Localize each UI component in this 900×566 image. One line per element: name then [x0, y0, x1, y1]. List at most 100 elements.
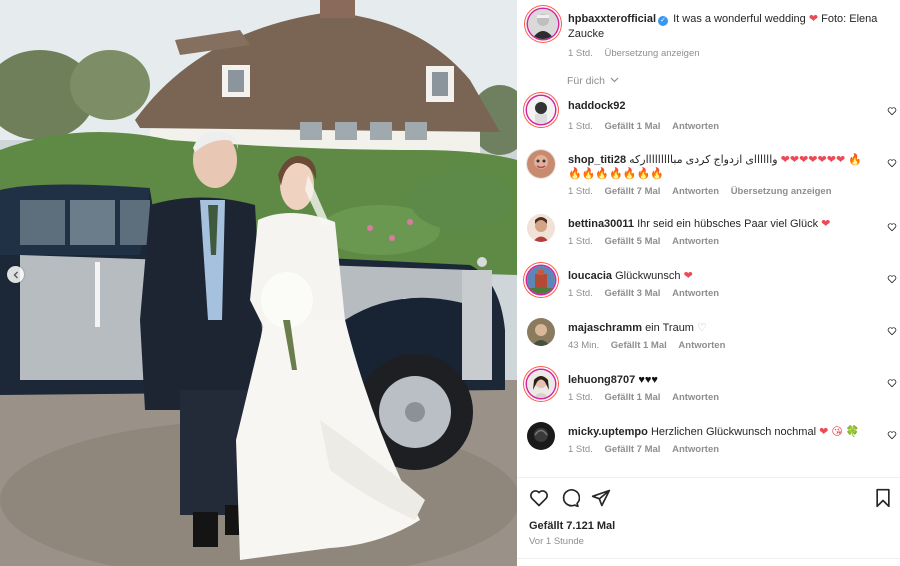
comment-likes[interactable]: Gefällt 5 Mal [604, 236, 660, 247]
reply-button[interactable]: Antworten [672, 236, 719, 247]
commenter-avatar[interactable] [527, 422, 555, 450]
commenter-avatar[interactable] [527, 370, 555, 398]
commenter-avatar-image [527, 422, 555, 450]
caption-text: hpbaxxterofficial ✓ It was a wonderful we… [568, 12, 888, 61]
commenter-avatar[interactable] [527, 266, 555, 294]
comment-emojis: ♥♥♥ [638, 374, 658, 386]
commenter-username[interactable]: lehuong8707 [568, 374, 635, 386]
caption-body: It was a wonderful wedding [673, 13, 806, 25]
comment-text: ein Traum [645, 322, 694, 334]
heart-icon[interactable] [887, 326, 897, 336]
reply-button[interactable]: Antworten [672, 121, 719, 132]
commenter-avatar-image [527, 318, 555, 346]
comment-text: Herzlichen Glückwunsch nochmal [650, 426, 817, 438]
caption-time[interactable]: 1 Std. [568, 48, 593, 59]
heart-icon[interactable] [887, 430, 897, 440]
comment-likes[interactable]: Gefällt 3 Mal [604, 288, 660, 299]
commenter-avatar-image [527, 266, 555, 294]
comment-time[interactable]: 1 Std. [568, 444, 593, 455]
comment-time[interactable]: 1 Std. [568, 186, 593, 197]
commenter-avatar-image [527, 370, 555, 398]
comment-likes[interactable]: Gefällt 7 Mal [604, 444, 660, 455]
comment-time[interactable]: 1 Std. [568, 392, 593, 403]
comment-text: Glückwunsch [615, 270, 681, 282]
commenter-username[interactable]: loucacia [568, 270, 612, 282]
bottom-divider [517, 558, 900, 559]
comment-body: shop_titi28 واااااای ازدواج کردی مبااااا… [568, 153, 868, 181]
comment-filter-dropdown[interactable]: Für dich [567, 75, 619, 87]
comment-time[interactable]: 43 Min. [568, 340, 599, 351]
chevron-down-icon [610, 77, 619, 83]
comment-likes[interactable]: Gefällt 1 Mal [604, 392, 660, 403]
comment-meta: 1 Std. Gefällt 7 Mal Antworten Übersetzu… [568, 186, 841, 197]
caption-heart-emoji: ❤ [808, 13, 819, 25]
commenter-avatar[interactable] [527, 318, 555, 346]
comment-meta: 1 Std. Gefällt 1 Mal Antworten [568, 121, 728, 132]
commenter-avatar[interactable] [527, 214, 555, 242]
reply-button[interactable]: Antworten [672, 288, 719, 299]
comment-meta: 1 Std. Gefällt 7 Mal Antworten [568, 444, 728, 455]
comment-time[interactable]: 1 Std. [568, 288, 593, 299]
comment-emojis: ♡ [697, 322, 707, 334]
like-count[interactable]: Gefällt 7.121 Mal [529, 520, 615, 532]
post-timestamp: Vor 1 Stunde [529, 536, 584, 547]
actions-divider [517, 477, 900, 478]
commenter-username[interactable]: haddock92 [568, 100, 625, 112]
paper-plane-icon[interactable] [591, 488, 611, 508]
comment-translate-link[interactable]: Übersetzung anzeigen [731, 186, 832, 197]
commenter-username[interactable]: shop_titi28 [568, 154, 626, 166]
comment-body: majaschramm ein Traum ♡ [568, 321, 868, 335]
comment-filter-label: Für dich [567, 75, 605, 87]
heart-icon[interactable] [529, 488, 549, 508]
author-avatar-image [528, 9, 558, 39]
comment-item: majaschramm ein Traum ♡ 43 Min. Gefällt … [527, 318, 897, 364]
comment-item: loucacia Glückwunsch ❤ 1 Std. Gefällt 3 … [527, 266, 897, 312]
heart-icon[interactable] [887, 106, 897, 116]
comment-text: Ihr seid ein hübsches Paar viel Glück [637, 218, 819, 230]
heart-icon[interactable] [887, 222, 897, 232]
comment-emojis: ❤ 😘 🍀 [819, 426, 860, 438]
verified-badge-icon: ✓ [658, 16, 669, 26]
post-action-bar [529, 488, 892, 508]
comment-likes[interactable]: Gefällt 7 Mal [604, 186, 660, 197]
commenter-username[interactable]: majaschramm [568, 322, 642, 334]
previous-photo-button[interactable] [7, 266, 24, 283]
comment-body: loucacia Glückwunsch ❤ [568, 269, 868, 283]
comment-meta: 1 Std. Gefällt 3 Mal Antworten [568, 288, 728, 299]
heart-icon[interactable] [887, 274, 897, 284]
caption-translate-link[interactable]: Übersetzung anzeigen [604, 48, 699, 59]
caption-meta: 1 Std. Übersetzung anzeigen [568, 46, 888, 61]
reply-button[interactable]: Antworten [672, 186, 719, 197]
comment-text: واااااای ازدواج کردی مبااااااااارکه [629, 154, 778, 166]
commenter-username[interactable]: bettina30011 [568, 218, 634, 230]
chevron-left-icon [13, 271, 18, 278]
comment-likes[interactable]: Gefällt 1 Mal [611, 340, 667, 351]
comment-emojis: ❤ [683, 270, 693, 282]
comment-body: lehuong8707 ♥♥♥ [568, 373, 868, 387]
reply-button[interactable]: Antworten [672, 444, 719, 455]
reply-button[interactable]: Antworten [678, 340, 725, 351]
author-username[interactable]: hpbaxxterofficial [568, 13, 656, 25]
comment-item: shop_titi28 واااااای ازدواج کردی مبااااا… [527, 150, 897, 197]
commenter-avatar[interactable] [527, 150, 555, 178]
post-photo[interactable] [0, 0, 517, 566]
comment-time[interactable]: 1 Std. [568, 121, 593, 132]
reply-button[interactable]: Antworten [672, 392, 719, 403]
comment-meta: 43 Min. Gefällt 1 Mal Antworten [568, 340, 734, 351]
comment-likes[interactable]: Gefällt 1 Mal [604, 121, 660, 132]
author-avatar[interactable] [528, 9, 558, 39]
comment-item: lehuong8707 ♥♥♥ 1 Std. Gefällt 1 Mal Ant… [527, 370, 897, 416]
comment-bubble-icon[interactable] [560, 488, 580, 508]
commenter-avatar-image [527, 214, 555, 242]
comment-body: bettina30011 Ihr seid ein hübsches Paar … [568, 217, 868, 231]
heart-icon[interactable] [887, 378, 897, 388]
post-sidebar: hpbaxxterofficial ✓ It was a wonderful we… [517, 0, 900, 566]
comment-time[interactable]: 1 Std. [568, 236, 593, 247]
wedding-photo [0, 0, 517, 566]
commenter-avatar[interactable] [527, 96, 555, 124]
commenter-avatar-image [527, 96, 555, 124]
heart-icon[interactable] [887, 158, 897, 168]
comment-item: micky.uptempo Herzlichen Glückwunsch noc… [527, 422, 897, 468]
commenter-username[interactable]: micky.uptempo [568, 426, 648, 438]
bookmark-icon[interactable] [874, 488, 892, 508]
